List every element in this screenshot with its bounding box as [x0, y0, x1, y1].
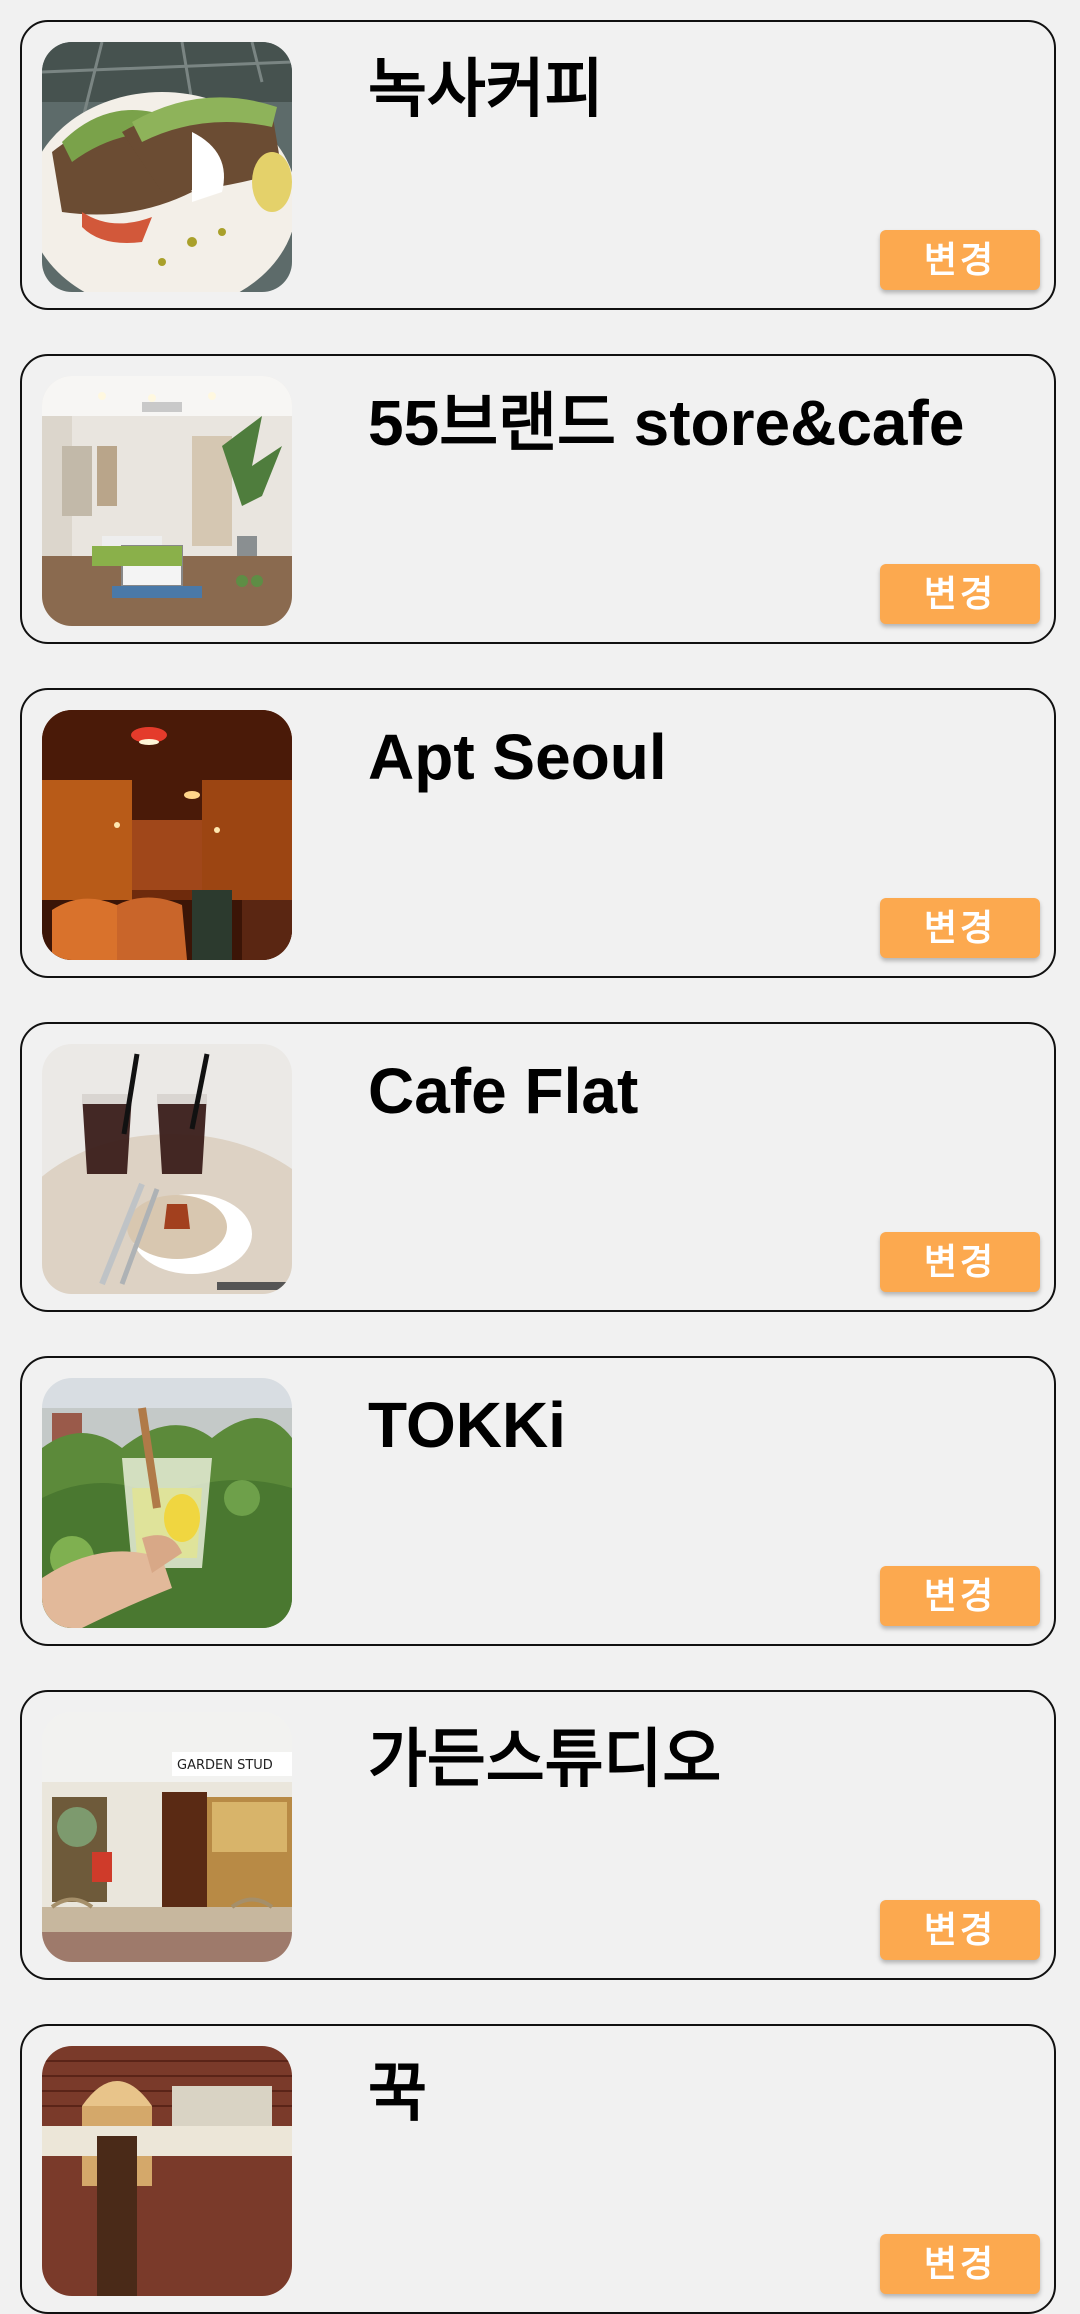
cafe-card[interactable]: 꾹 변경 [20, 2024, 1056, 2314]
change-button[interactable]: 변경 [880, 564, 1040, 624]
cafe-name: 55브랜드 store&cafe [368, 387, 965, 459]
cafe-name: Cafe Flat [368, 1055, 639, 1127]
cafe-name: Apt Seoul [368, 721, 667, 793]
cafe-card[interactable]: Apt Seoul 변경 [20, 688, 1056, 978]
cafe-photo [42, 1044, 292, 1294]
cafe-photo [42, 710, 292, 960]
storefront-photo-icon: GARDEN STUD [42, 1712, 292, 1962]
lemonade-drink-photo-icon [42, 1378, 292, 1628]
store-sign-text: GARDEN STUD [177, 1758, 273, 1773]
change-button[interactable]: 변경 [880, 2234, 1040, 2294]
cafe-name: 꾹 [368, 2057, 427, 2129]
change-button[interactable]: 변경 [880, 1566, 1040, 1626]
avocado-toast-photo-icon [42, 42, 292, 292]
store-interior-photo-icon [42, 376, 292, 626]
cafe-name: TOKKi [368, 1389, 566, 1461]
iced-coffee-photo-icon [42, 1044, 292, 1294]
change-button[interactable]: 변경 [880, 1900, 1040, 1960]
change-button[interactable]: 변경 [880, 1232, 1040, 1292]
cafe-name: 녹사커피 [368, 53, 604, 125]
cafe-card[interactable]: GARDEN STUD 가든스튜디오 변경 [20, 1690, 1056, 1980]
cafe-card[interactable]: TOKKi 변경 [20, 1356, 1056, 1646]
cafe-card[interactable]: 55브랜드 store&cafe 변경 [20, 354, 1056, 644]
red-interior-photo-icon [42, 710, 292, 960]
brick-building-photo-icon [42, 2046, 292, 2296]
cafe-photo: GARDEN STUD [42, 1712, 292, 1962]
change-button[interactable]: 변경 [880, 898, 1040, 958]
cafe-photo [42, 42, 292, 292]
cafe-card[interactable]: 녹사커피 변경 [20, 20, 1056, 310]
cafe-name: 가든스튜디오 [368, 1723, 722, 1795]
change-button[interactable]: 변경 [880, 230, 1040, 290]
cafe-card[interactable]: Cafe Flat 변경 [20, 1022, 1056, 1312]
cafe-photo [42, 1378, 292, 1628]
cafe-photo [42, 2046, 292, 2296]
cafe-photo [42, 376, 292, 626]
